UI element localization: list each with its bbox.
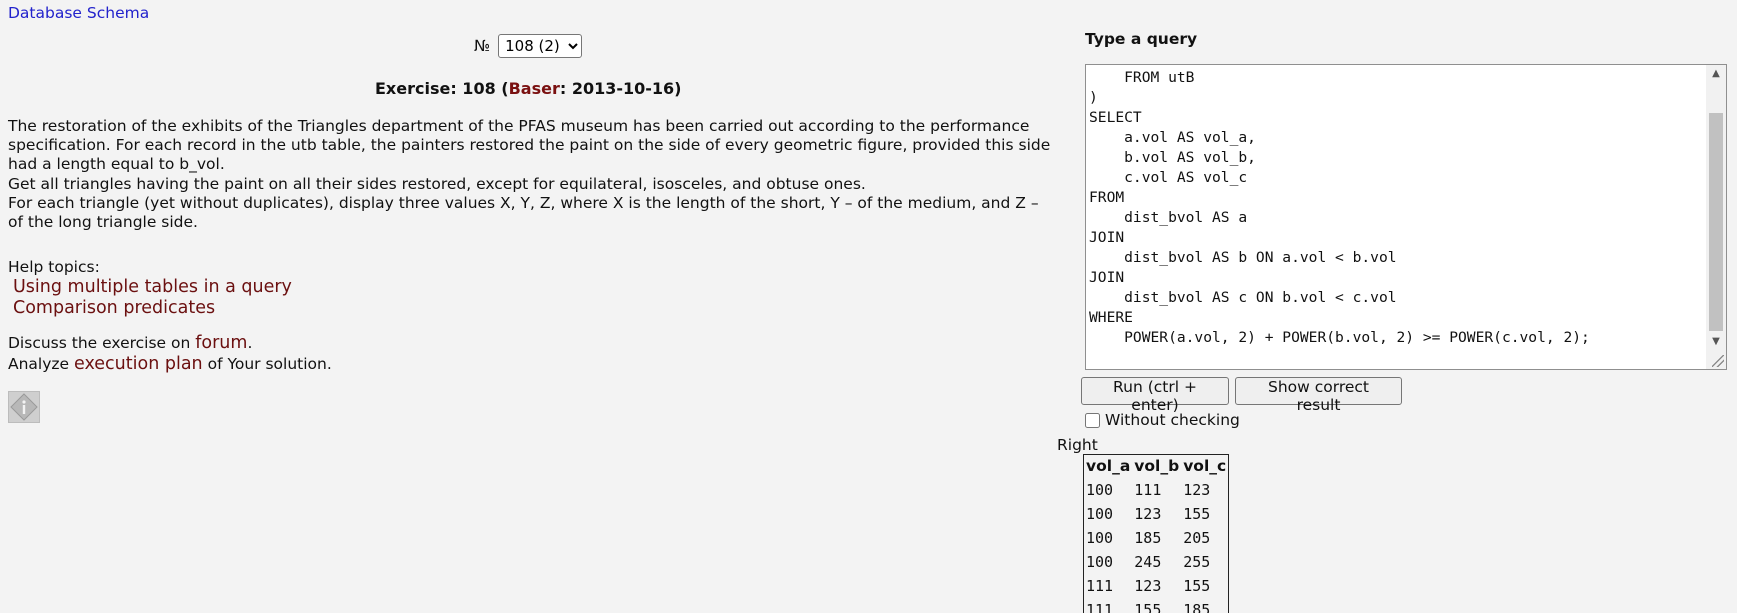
table-cell: 205 — [1183, 528, 1211, 547]
column-header: vol_a — [1086, 457, 1131, 475]
result-table: vol_a vol_b vol_c 100 111 123 100 123 15… — [1083, 454, 1230, 613]
table-row: 100 245 255 — [1084, 550, 1229, 574]
editor-scrollbar[interactable]: ▲ ▼ — [1706, 65, 1726, 369]
info-diamond-icon-graphic — [10, 393, 38, 421]
table-cell: 185 — [1183, 600, 1211, 613]
resize-grip-icon[interactable] — [1712, 355, 1724, 367]
page: Database Schema № 108 (2) Exercise: 108 … — [0, 0, 1737, 613]
column-header: vol_b — [1134, 457, 1180, 475]
table-cell: 100 — [1086, 480, 1114, 499]
table-cell: 100 — [1086, 552, 1114, 571]
query-code[interactable]: FROM utB ) SELECT a.vol AS vol_a, b.vol … — [1089, 68, 1704, 348]
scroll-down-arrow-icon[interactable]: ▼ — [1706, 333, 1726, 351]
query-editor[interactable]: FROM utB ) SELECT a.vol AS vol_a, b.vol … — [1085, 64, 1727, 370]
analyze-line: Analyze execution plan of Your solution. — [8, 354, 332, 375]
run-button[interactable]: Run (ctrl + enter) — [1081, 377, 1229, 414]
discuss-block: Discuss the exercise on forum. Analyze e… — [8, 333, 332, 375]
text-cursor — [1286, 64, 1294, 65]
exercise-select[interactable]: 108 (2) — [498, 34, 583, 58]
result-status: Right — [1057, 436, 1098, 454]
table-cell: 100 — [1086, 528, 1114, 547]
help-topics-heading: Help topics: — [8, 258, 100, 276]
discuss-prefix: Discuss the exercise on — [8, 334, 196, 352]
table-cell: 111 — [1134, 480, 1162, 499]
info-diamond-icon[interactable] — [8, 391, 40, 423]
table-row: 111 123 155 — [1084, 574, 1229, 598]
analyze-suffix: of Your solution. — [202, 355, 332, 373]
description-paragraph: The restoration of the exhibits of the T… — [8, 117, 1051, 174]
table-cell: 155 — [1183, 504, 1211, 523]
column-header: vol_c — [1183, 457, 1227, 475]
table-cell: 100 — [1086, 504, 1114, 523]
table-row: 100 185 205 — [1084, 526, 1229, 550]
query-label: Type a query — [1085, 30, 1198, 48]
without-checking-label: Without checking — [1105, 411, 1240, 429]
exercise-title-suffix: : 2013-10-16) — [559, 79, 682, 98]
table-cell: 245 — [1134, 552, 1162, 571]
help-link-comparison-predicates[interactable]: Comparison predicates — [13, 298, 292, 319]
discuss-suffix: . — [247, 334, 253, 352]
scrollbar-thumb[interactable] — [1709, 113, 1723, 331]
table-cell: 111 — [1086, 600, 1114, 613]
help-link-multiple-tables[interactable]: Using multiple tables in a query — [13, 277, 292, 298]
result-header-row: vol_a vol_b vol_c — [1084, 455, 1229, 479]
forum-link[interactable]: forum — [195, 333, 247, 353]
table-cell: 111 — [1086, 576, 1114, 595]
table-cell: 123 — [1183, 480, 1211, 499]
without-checking-checkbox[interactable] — [1085, 412, 1100, 428]
table-row: 100 111 123 — [1084, 478, 1229, 502]
analyze-prefix: Analyze — [8, 355, 75, 373]
table-row: 100 123 155 — [1084, 502, 1229, 526]
table-cell: 185 — [1134, 528, 1162, 547]
table-row: 111 155 185 — [1084, 598, 1229, 613]
exercise-description: The restoration of the exhibits of the T… — [8, 117, 1058, 232]
exercise-title: Exercise: 108 (Baser: 2013-10-16) — [375, 79, 681, 98]
number-label: № — [474, 37, 491, 55]
description-paragraph: Get all triangles having the paint on al… — [8, 174, 866, 193]
table-cell: 123 — [1134, 504, 1162, 523]
description-paragraph: For each triangle (yet without duplicate… — [8, 193, 1039, 232]
table-cell: 155 — [1183, 576, 1211, 595]
help-topics: Help topics: Using multiple tables in a … — [8, 258, 292, 319]
table-cell: 155 — [1134, 600, 1162, 613]
exercise-selector-row: № 108 (2) — [474, 34, 583, 58]
show-correct-result-button[interactable]: Show correct result — [1235, 377, 1402, 414]
exercise-title-prefix: Exercise: 108 ( — [375, 79, 509, 98]
exercise-author: Baser — [508, 79, 560, 98]
without-checking-option[interactable]: Without checking — [1085, 411, 1240, 429]
table-cell: 123 — [1134, 576, 1162, 595]
database-schema-link[interactable]: Database Schema — [8, 4, 149, 22]
discuss-line: Discuss the exercise on forum. — [8, 333, 332, 354]
table-cell: 255 — [1183, 552, 1211, 571]
scroll-up-arrow-icon[interactable]: ▲ — [1706, 65, 1726, 83]
execution-plan-link[interactable]: execution plan — [74, 354, 203, 374]
